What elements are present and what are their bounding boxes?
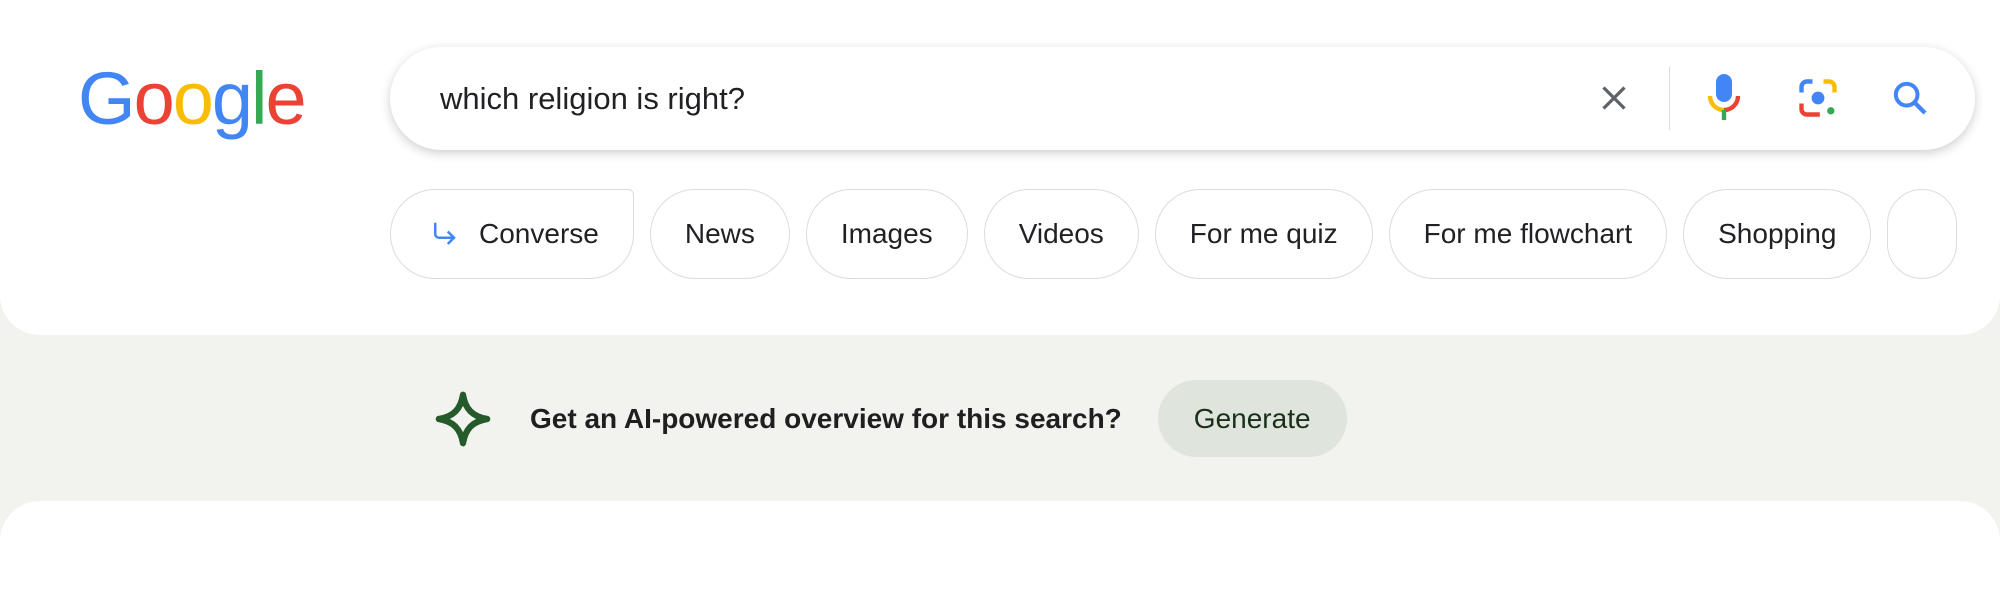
search-icon[interactable] <box>1885 73 1935 123</box>
chip-for-me-quiz[interactable]: For me quiz <box>1154 189 1373 279</box>
arrow-return-icon <box>434 222 456 245</box>
ai-overview-prompt: Get an AI-powered overview for this sear… <box>434 380 1347 457</box>
chip-for-me-flowchart[interactable]: For me flowchart <box>1388 189 1668 279</box>
chip-label: Converse <box>479 218 599 249</box>
chip-label: Images <box>840 218 933 249</box>
chip-converse[interactable]: Converse <box>390 189 634 279</box>
search-box <box>390 47 1975 150</box>
chip-news[interactable]: News <box>649 189 790 279</box>
microphone-icon[interactable] <box>1699 73 1749 123</box>
ai-overview-text: Get an AI-powered overview for this sear… <box>530 402 1122 434</box>
generate-button[interactable]: Generate <box>1157 380 1347 457</box>
chip-shopping[interactable]: Shopping <box>1683 189 1872 279</box>
chip-images[interactable]: Images <box>805 189 968 279</box>
search-header: Google Converse News Images Videos For m… <box>0 0 2000 335</box>
chip-videos[interactable]: Videos <box>983 189 1139 279</box>
chip-label: Shopping <box>1718 218 1837 249</box>
chip-label: For me quiz <box>1189 218 1338 249</box>
chip-label: News <box>684 218 755 249</box>
chip-label: For me flowchart <box>1423 218 1633 249</box>
sparkle-icon <box>435 391 491 446</box>
search-filter-chips: Converse News Images Videos For me quiz … <box>390 189 1958 279</box>
results-area <box>0 501 2000 601</box>
chip-more[interactable] <box>1887 189 1958 279</box>
logo-letter: o <box>172 57 214 140</box>
google-logo[interactable]: Google <box>78 56 307 141</box>
close-icon[interactable] <box>1589 73 1639 123</box>
search-input[interactable] <box>438 69 1592 129</box>
logo-letter: G <box>78 57 136 140</box>
divider <box>1669 67 1670 130</box>
logo-letter: g <box>211 57 253 140</box>
chip-label: Videos <box>1018 218 1104 249</box>
logo-letter: o <box>133 57 175 140</box>
logo-letter: l <box>251 57 268 140</box>
logo-letter: e <box>265 57 306 140</box>
google-lens-icon[interactable] <box>1793 73 1843 123</box>
